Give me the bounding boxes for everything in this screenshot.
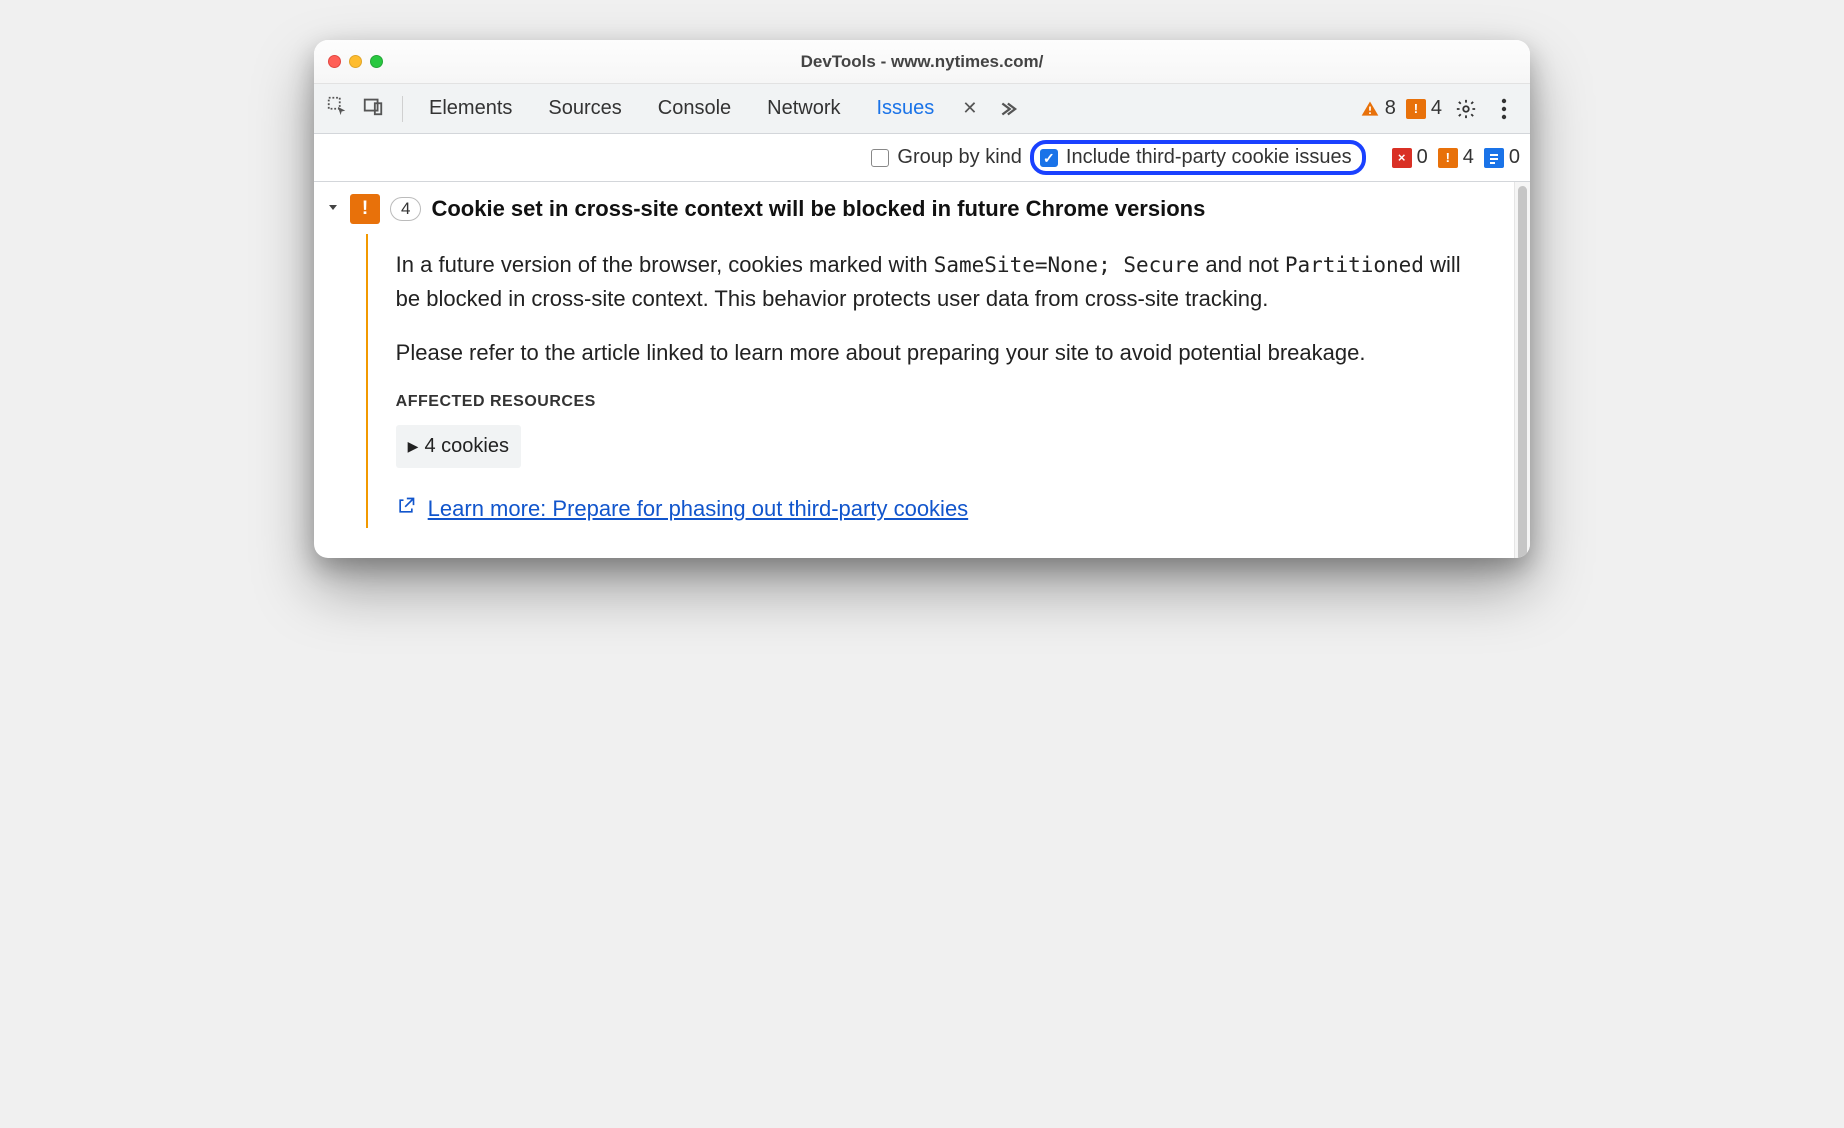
devtools-tab-strip: Elements Sources Console Network Issues … — [314, 84, 1530, 134]
external-link-icon — [396, 492, 416, 526]
tab-network[interactable]: Network — [751, 85, 856, 132]
inspect-element-icon[interactable] — [326, 95, 348, 122]
settings-gear-icon[interactable] — [1452, 95, 1480, 123]
learn-more-link[interactable]: Learn more: Prepare for phasing out thir… — [428, 492, 969, 526]
include-third-party-label: Include third-party cookie issues — [1066, 146, 1352, 169]
close-tab-icon[interactable]: ✕ — [954, 98, 985, 119]
group-by-kind-label: Group by kind — [897, 146, 1022, 169]
affected-cookies-toggle[interactable]: ▶ 4 cookies — [396, 425, 521, 468]
chevron-right-icon: ▶ — [408, 436, 419, 458]
devtools-window: DevTools - www.nytimes.com/ Elements Sou… — [314, 40, 1530, 558]
issue-severity-counts: × 0 ! 4 0 — [1392, 146, 1520, 169]
error-x-icon: × — [1392, 148, 1412, 168]
issue-paragraph-1: In a future version of the browser, cook… — [396, 248, 1480, 316]
issue-body: In a future version of the browser, cook… — [368, 234, 1514, 528]
issues-filter-bar: Group by kind Include third-party cookie… — [314, 134, 1530, 182]
issue-severity-icon: ! — [350, 194, 380, 224]
affected-resources-label: AFFECTED RESOURCES — [396, 390, 1480, 415]
issues-indicator[interactable]: ! 4 — [1406, 97, 1442, 120]
scrollbar-thumb[interactable] — [1518, 186, 1527, 558]
affected-cookies-text: 4 cookies — [424, 431, 509, 462]
page-errors-count[interactable]: × 0 — [1392, 146, 1428, 169]
include-third-party-checkbox[interactable]: Include third-party cookie issues — [1040, 146, 1352, 169]
more-tabs-icon[interactable] — [989, 98, 1023, 120]
improvements-count[interactable]: 0 — [1484, 146, 1520, 169]
issues-list: ! 4 Cookie set in cross-site context wil… — [314, 182, 1514, 558]
warnings-count: 8 — [1385, 97, 1396, 120]
code-partitioned: Partitioned — [1285, 253, 1424, 277]
warnings-indicator[interactable]: 8 — [1360, 97, 1396, 120]
tab-console[interactable]: Console — [642, 85, 747, 132]
tab-elements[interactable]: Elements — [413, 85, 528, 132]
kebab-menu-icon[interactable] — [1490, 95, 1518, 123]
divider — [402, 96, 403, 122]
include-third-party-highlight: Include third-party cookie issues — [1030, 140, 1366, 175]
group-by-kind-checkbox[interactable]: Group by kind — [871, 146, 1022, 169]
tab-sources[interactable]: Sources — [532, 85, 637, 132]
device-toolbar-icon[interactable] — [362, 95, 384, 122]
exclamation-icon: ! — [1406, 99, 1426, 119]
info-icon — [1484, 148, 1504, 168]
code-samesite: SameSite=None; Secure — [934, 253, 1200, 277]
titlebar: DevTools - www.nytimes.com/ — [314, 40, 1530, 84]
issue-title: Cookie set in cross-site context will be… — [431, 196, 1205, 222]
tab-issues[interactable]: Issues — [861, 85, 951, 132]
chevron-down-icon[interactable] — [326, 200, 340, 219]
exclamation-icon: ! — [1438, 148, 1458, 168]
breaking-changes-count[interactable]: ! 4 — [1438, 146, 1474, 169]
window-title: DevTools - www.nytimes.com/ — [314, 52, 1530, 72]
issue-paragraph-2: Please refer to the article linked to le… — [396, 336, 1480, 370]
issues-count: 4 — [1431, 97, 1442, 120]
scrollbar[interactable] — [1514, 182, 1530, 558]
issue-occurrence-count: 4 — [390, 197, 421, 221]
checkbox-icon — [871, 149, 889, 167]
issue-header-row[interactable]: ! 4 Cookie set in cross-site context wil… — [314, 186, 1514, 234]
checkbox-checked-icon — [1040, 149, 1058, 167]
